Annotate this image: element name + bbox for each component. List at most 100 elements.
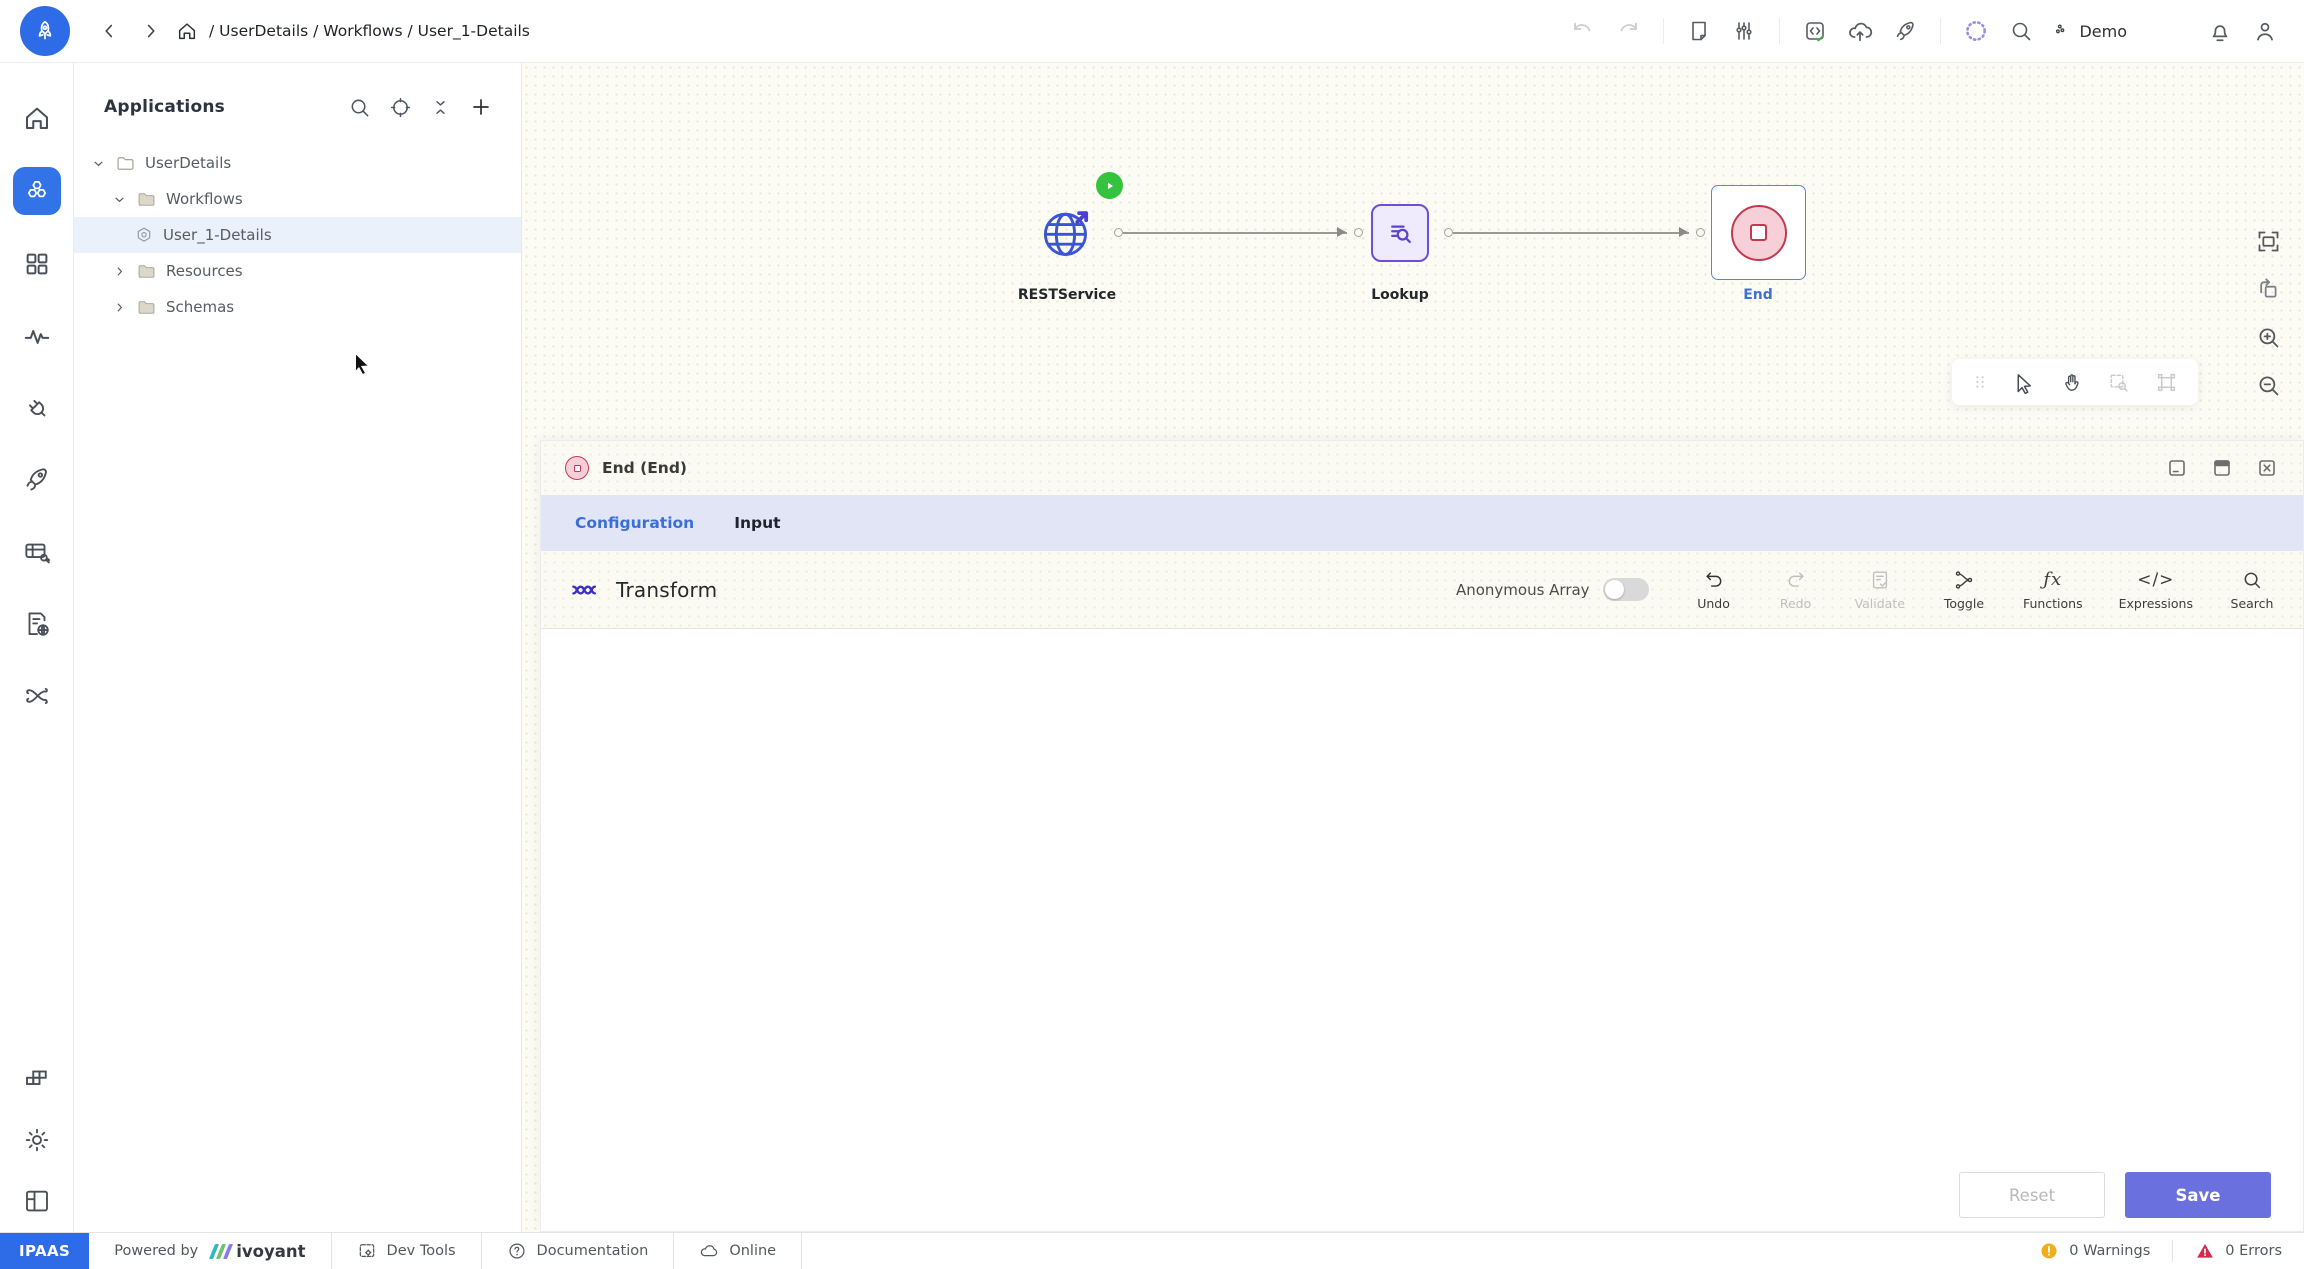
edge-lookup-to-end: [1453, 232, 1689, 234]
cloud-icon: [699, 1241, 719, 1261]
rail-modules-icon[interactable]: [22, 1064, 52, 1094]
tree-item-schemas[interactable]: Schemas: [74, 289, 521, 325]
maximize-icon[interactable]: [2210, 456, 2234, 480]
run-play-badge[interactable]: [1096, 172, 1123, 199]
online-label: Online: [729, 1243, 776, 1259]
panel-tabs: Configuration Input: [541, 495, 2303, 551]
profile-icon[interactable]: [2246, 12, 2284, 50]
rail-api-docs-icon[interactable]: [22, 609, 52, 639]
zoom-in-icon[interactable]: [2255, 324, 2282, 351]
node-label-end: End: [1743, 287, 1773, 303]
minimize-icon[interactable]: [2165, 456, 2189, 480]
nav-back-button[interactable]: [92, 14, 126, 48]
copy-flow-icon[interactable]: [2255, 276, 2282, 303]
edge-port: [1444, 228, 1453, 237]
add-application-icon[interactable]: [469, 95, 493, 119]
anonymous-array-toggle[interactable]: [1603, 578, 1649, 601]
transform-toolbar: Transform Anonymous Array Undo Redo Vali…: [541, 551, 2303, 629]
zoom-out-icon[interactable]: [2255, 372, 2282, 399]
rail-data-tables-icon[interactable]: [22, 537, 52, 567]
app-logo[interactable]: [20, 6, 70, 56]
rail-dashboard-icon[interactable]: [22, 249, 52, 279]
undo-transform-button[interactable]: Undo: [1691, 569, 1737, 611]
dev-tools-icon: [357, 1241, 377, 1261]
redo-icon: [1785, 569, 1807, 591]
node-lookup[interactable]: [1371, 204, 1429, 262]
tree-search-icon[interactable]: [348, 96, 371, 119]
validate-button[interactable]: Validate: [1855, 569, 1905, 611]
search-transform-button[interactable]: Search: [2229, 569, 2275, 611]
save-button[interactable]: Save: [2125, 1172, 2271, 1218]
rail-integrations-icon[interactable]: [22, 681, 52, 711]
folder-icon: [136, 297, 157, 318]
chevron-right-icon[interactable]: [112, 300, 127, 315]
select-pointer-icon[interactable]: [2013, 371, 2036, 394]
applications-actions: [348, 95, 493, 119]
rail-applications-icon-active[interactable]: [13, 167, 61, 215]
fit-view-icon[interactable]: [2255, 228, 2282, 255]
redo-transform-button[interactable]: Redo: [1773, 569, 1819, 611]
sliders-icon[interactable]: [1725, 12, 1763, 50]
chevron-right-icon[interactable]: [112, 264, 127, 279]
marquee-zoom-icon[interactable]: [2107, 371, 2130, 394]
tab-input[interactable]: Input: [714, 514, 800, 532]
tree-item-user-1-details-selected[interactable]: User_1-Details: [74, 217, 521, 253]
breadcrumb[interactable]: / UserDetails / Workflows / User_1-Detai…: [176, 20, 530, 42]
node-end-selected[interactable]: [1711, 185, 1806, 280]
chevron-down-icon[interactable]: [91, 156, 106, 171]
online-status[interactable]: Online: [674, 1233, 802, 1269]
cloud-upload-icon[interactable]: [1841, 12, 1879, 50]
drag-handle-icon[interactable]: [1972, 372, 1988, 392]
tree-item-resources[interactable]: Resources: [74, 253, 521, 289]
rail-activity-icon[interactable]: [22, 321, 52, 351]
nav-forward-button[interactable]: [134, 14, 168, 48]
errors-label: 0 Errors: [2225, 1243, 2282, 1259]
tenant-selector[interactable]: Demo: [2047, 22, 2133, 41]
locate-node-icon[interactable]: [389, 96, 412, 119]
documentation-button[interactable]: Documentation: [482, 1233, 675, 1269]
applications-title: Applications: [104, 97, 225, 117]
rail-home-icon[interactable]: [22, 103, 52, 133]
rail-layout-icon[interactable]: [22, 1186, 52, 1216]
search-icon[interactable]: [2002, 12, 2040, 50]
anonymous-array-control: Anonymous Array: [1456, 578, 1649, 601]
transform-editor-area[interactable]: [541, 629, 2303, 1159]
fit-selection-icon[interactable]: [2155, 371, 2178, 394]
collapse-all-icon[interactable]: [430, 97, 451, 118]
divider: [1663, 18, 1664, 44]
powered-by-label: Powered by: [114, 1243, 198, 1259]
redo-icon[interactable]: [1609, 12, 1647, 50]
canvas-controls: [2255, 228, 2282, 399]
rocket-logo-icon: [32, 18, 58, 44]
rail-connections-icon[interactable]: [22, 393, 52, 423]
tree-label: UserDetails: [145, 154, 231, 172]
workflow-hexagon-icon: [134, 225, 154, 245]
warnings-counter[interactable]: 0 Warnings: [2017, 1233, 2172, 1269]
tree-item-workflows[interactable]: Workflows: [74, 181, 521, 217]
toggle-view-button[interactable]: Toggle: [1941, 569, 1987, 611]
error-icon: [2195, 1241, 2215, 1261]
rail-settings-gear-icon[interactable]: [22, 1125, 52, 1155]
action-label: Redo: [1780, 596, 1811, 611]
chevron-down-icon[interactable]: [112, 192, 127, 207]
rail-deployments-icon[interactable]: [22, 465, 52, 495]
dev-tools-label: Dev Tools: [387, 1243, 456, 1259]
node-restservice[interactable]: [1038, 204, 1096, 262]
functions-button[interactable]: ƒx Functions: [2023, 569, 2083, 611]
pan-hand-icon[interactable]: [2060, 371, 2083, 394]
close-icon[interactable]: [2255, 456, 2279, 480]
rocket-deploy-icon[interactable]: [1886, 12, 1924, 50]
errors-counter[interactable]: 0 Errors: [2173, 1233, 2304, 1269]
dev-tools-button[interactable]: Dev Tools: [332, 1233, 482, 1269]
tree-item-userdetails[interactable]: UserDetails: [74, 145, 521, 181]
undo-icon[interactable]: [1564, 12, 1602, 50]
notes-icon[interactable]: [1680, 12, 1718, 50]
ivoyant-logo: ivoyant: [212, 1242, 305, 1261]
notifications-bell-icon[interactable]: [2201, 12, 2239, 50]
node-config-panel: End (End) Configuration Input Transform …: [540, 440, 2304, 1232]
edge-port: [1696, 228, 1705, 237]
expressions-button[interactable]: </> Expressions: [2119, 569, 2193, 611]
reset-button[interactable]: Reset: [1959, 1172, 2105, 1218]
tab-configuration[interactable]: Configuration: [555, 514, 714, 532]
code-check-icon[interactable]: [1796, 12, 1834, 50]
